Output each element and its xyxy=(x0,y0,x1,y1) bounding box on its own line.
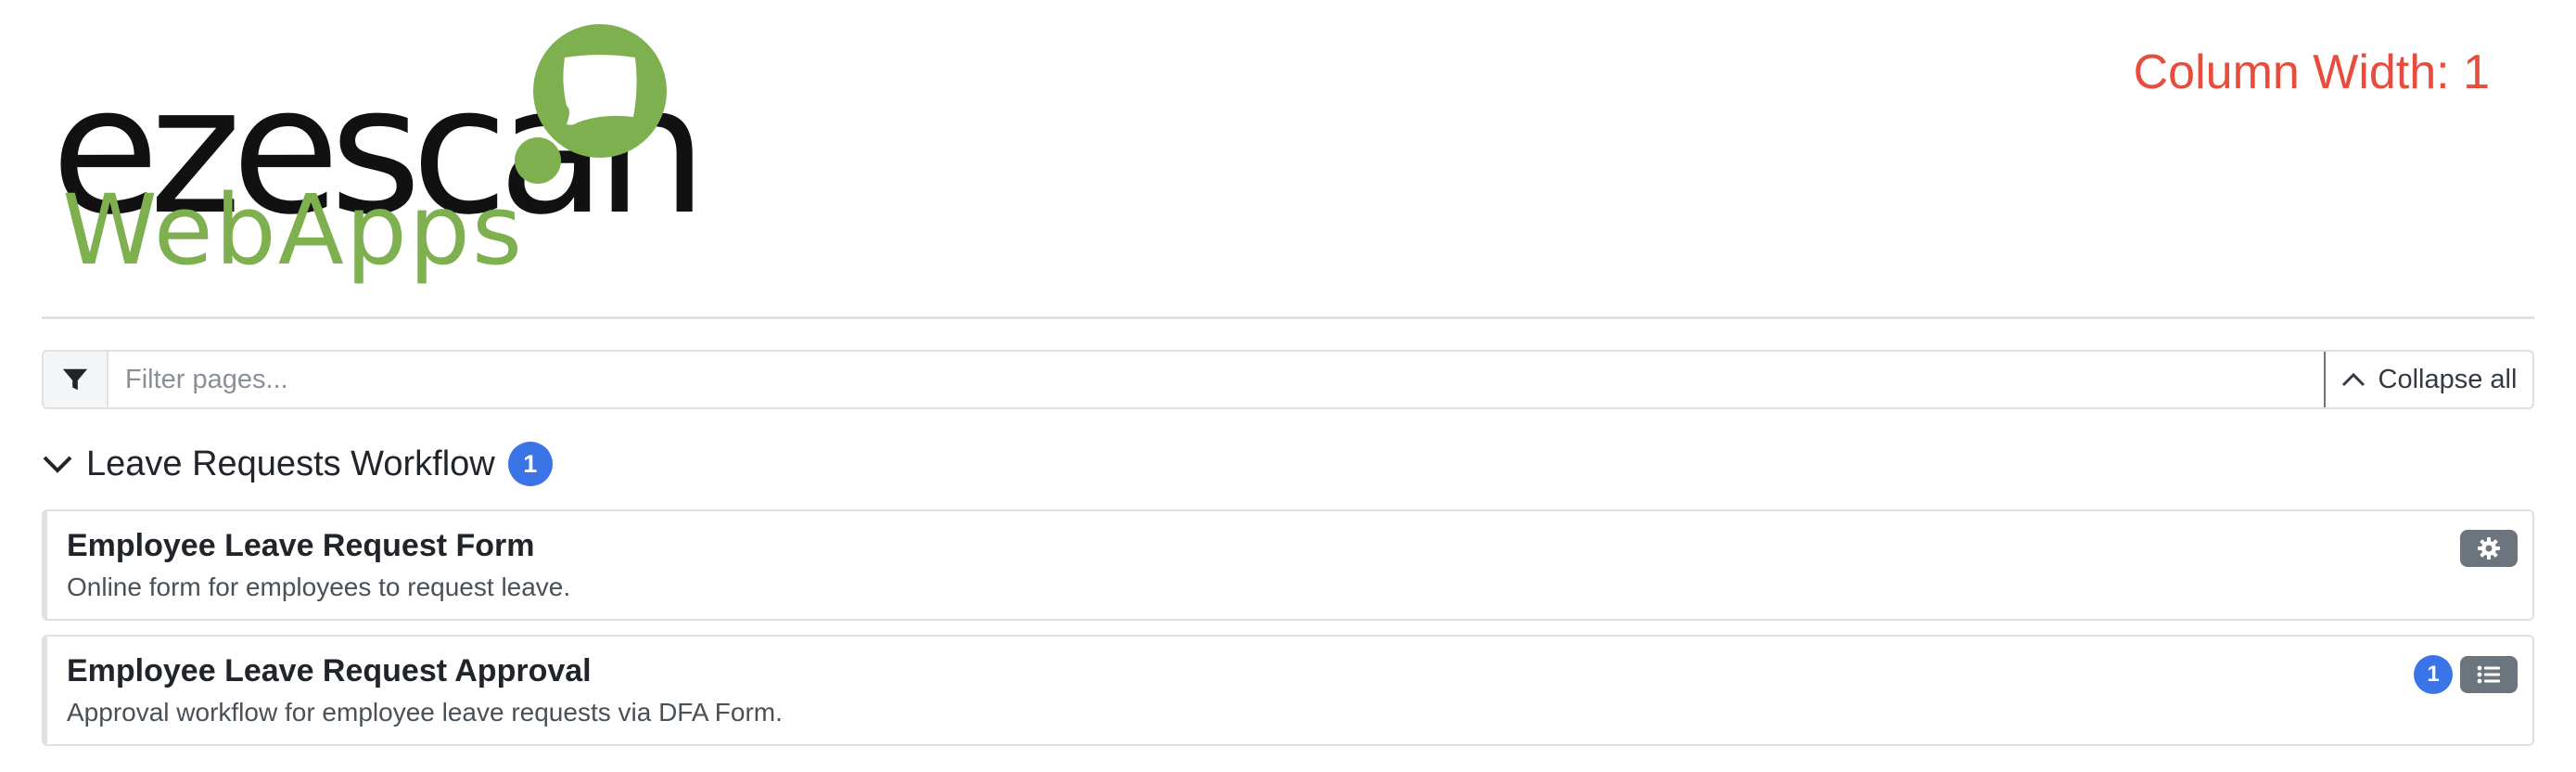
column-width-indicator: Column Width: 1 xyxy=(2133,45,2490,99)
gear-icon xyxy=(2478,537,2500,560)
chevron-up-icon xyxy=(2341,372,2365,387)
collapse-all-button[interactable]: Collapse all xyxy=(2324,352,2532,407)
card-title[interactable]: Employee Leave Request Form xyxy=(67,528,535,564)
group-leave-requests-workflow[interactable]: Leave Requests Workflow 1 xyxy=(42,436,553,492)
page-card-leave-request-approval[interactable]: Employee Leave Request Approval Approval… xyxy=(42,635,2534,746)
filter-bar: Collapse all xyxy=(42,350,2534,409)
card-title[interactable]: Employee Leave Request Approval xyxy=(67,653,592,689)
card-actions: 1 xyxy=(2414,655,2518,694)
card-description: Online form for employees to request lea… xyxy=(67,573,571,601)
page-card-leave-request-form[interactable]: Employee Leave Request Form Online form … xyxy=(42,509,2534,621)
group-title: Leave Requests Workflow xyxy=(86,444,495,483)
list-icon xyxy=(2477,665,2500,684)
page: ezescan WebApps Column Width: 1 Collapse… xyxy=(0,0,2576,772)
header: ezescan WebApps Column Width: 1 xyxy=(42,0,2534,319)
ezescan-webapps-logo[interactable]: ezescan WebApps xyxy=(51,17,708,287)
task-list-button[interactable] xyxy=(2460,656,2518,693)
settings-button[interactable] xyxy=(2460,530,2518,567)
filter-icon-addon xyxy=(44,352,108,407)
task-count-badge: 1 xyxy=(2414,655,2453,694)
logo-speech-bubble-icon xyxy=(533,24,667,158)
collapse-all-label: Collapse all xyxy=(2378,364,2518,394)
chevron-down-icon[interactable] xyxy=(42,453,73,475)
filter-pages-input[interactable] xyxy=(108,352,2324,407)
filter-icon xyxy=(62,368,88,391)
group-count-badge: 1 xyxy=(507,442,553,486)
card-actions xyxy=(2460,530,2518,567)
logo-subtitle: WebApps xyxy=(62,174,525,287)
card-description: Approval workflow for employee leave req… xyxy=(67,698,783,727)
